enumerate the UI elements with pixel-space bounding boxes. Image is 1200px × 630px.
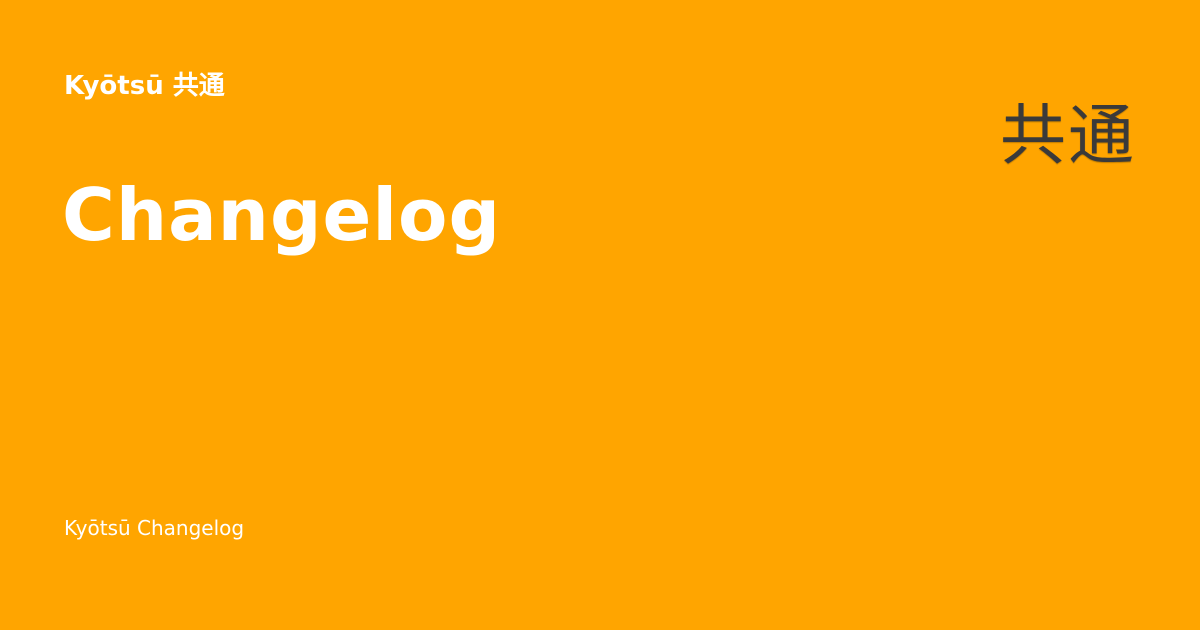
page-title: Changelog bbox=[62, 173, 501, 257]
social-card: Kyōtsū 共通 Changelog 共通 Kyōtsū Changelog bbox=[0, 0, 1200, 630]
footer-text: Kyōtsū Changelog bbox=[64, 516, 245, 540]
kanji-logo: 共通 bbox=[1000, 97, 1136, 174]
site-name: Kyōtsū 共通 bbox=[64, 71, 225, 101]
